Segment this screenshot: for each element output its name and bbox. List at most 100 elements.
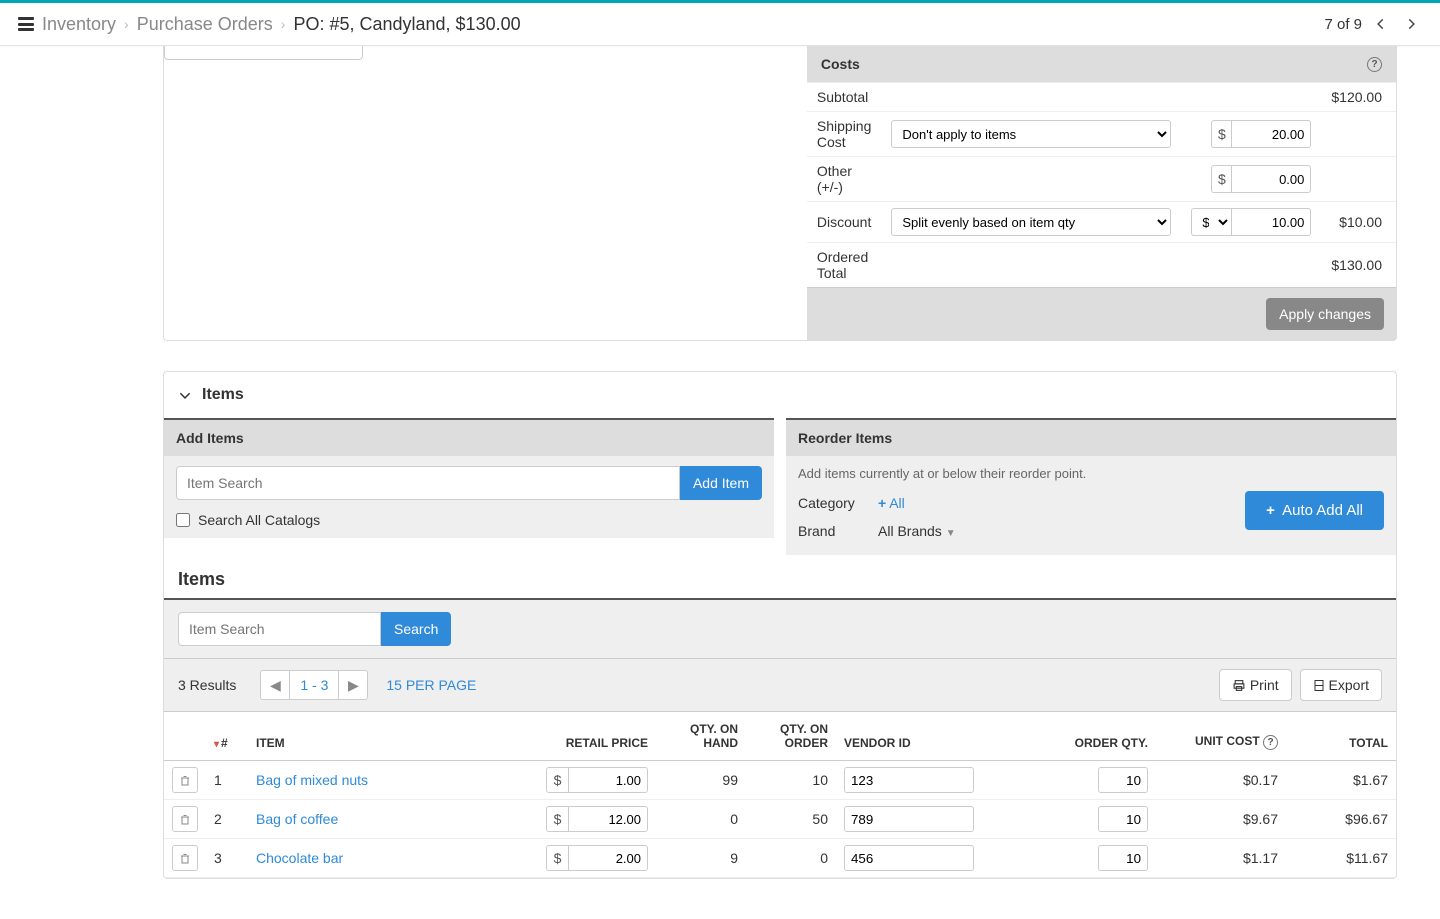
qty-on-hand: 0 xyxy=(656,800,746,839)
items-list-title: Items xyxy=(164,555,1396,598)
costs-panel: Costs ? Subtotal $120.00 Shipping Cost xyxy=(163,46,1397,341)
menu-icon[interactable] xyxy=(18,17,34,31)
discount-computed: $10.00 xyxy=(1321,202,1396,243)
row-number: 3 xyxy=(206,839,248,878)
row-number: 1 xyxy=(206,761,248,800)
unit-cost: $1.17 xyxy=(1156,839,1286,878)
retail-price-input[interactable] xyxy=(568,845,648,871)
items-section-title: Items xyxy=(202,386,244,404)
delete-row-button[interactable] xyxy=(172,806,198,832)
chevron-right-icon: › xyxy=(124,16,129,32)
qty-on-order: 0 xyxy=(746,839,836,878)
table-row: 1 Bag of mixed nuts $ 99 10 $0.17 $1.67 xyxy=(164,761,1396,800)
item-link[interactable]: Chocolate bar xyxy=(256,850,343,866)
chevron-down-icon: ▼ xyxy=(946,528,956,539)
order-qty-input[interactable] xyxy=(1098,767,1148,793)
items-meta-bar: 3 Results ◀ 1 - 3 ▶ 15 PER PAGE Print Ex… xyxy=(164,659,1396,712)
vendor-id-input[interactable] xyxy=(844,806,974,832)
reorder-hint: Add items currently at or below their re… xyxy=(798,466,1384,489)
help-icon[interactable]: ? xyxy=(1263,735,1278,750)
delete-row-button[interactable] xyxy=(172,767,198,793)
delete-row-button[interactable] xyxy=(172,845,198,871)
items-panel: Items Add Items Add Item Search All Cata… xyxy=(163,371,1397,879)
col-item[interactable]: ITEM xyxy=(248,712,538,761)
items-table: ▾# ITEM RETAIL PRICE QTY. ON HAND QTY. O… xyxy=(164,712,1396,878)
sort-indicator-icon[interactable]: ▾ xyxy=(214,739,219,750)
add-items-search-input[interactable] xyxy=(176,466,680,500)
search-all-catalogs-checkbox[interactable] xyxy=(176,513,190,527)
currency-symbol: $ xyxy=(546,806,568,832)
currency-symbol: $ xyxy=(1211,165,1231,193)
row-number: 2 xyxy=(206,800,248,839)
brand-value: All Brands xyxy=(878,523,942,539)
add-items-column: Add Items Add Item Search All Catalogs xyxy=(164,418,774,555)
items-pager: ◀ 1 - 3 ▶ xyxy=(260,670,368,700)
print-button[interactable]: Print xyxy=(1219,669,1292,701)
qty-on-order: 10 xyxy=(746,761,836,800)
page-prev-button[interactable]: ◀ xyxy=(261,671,289,699)
help-icon[interactable]: ? xyxy=(1367,57,1382,72)
shipping-method-select[interactable]: Don't apply to items xyxy=(891,120,1171,148)
discount-amount-input[interactable] xyxy=(1231,208,1311,236)
page-next-button[interactable]: ▶ xyxy=(339,671,367,699)
col-on-order[interactable]: QTY. ON ORDER xyxy=(746,712,836,761)
row-total: $96.67 xyxy=(1286,800,1396,839)
order-qty-input[interactable] xyxy=(1098,845,1148,871)
discount-type-select[interactable]: $ xyxy=(1191,208,1231,236)
vendor-id-input[interactable] xyxy=(844,845,974,871)
other-amount-input[interactable] xyxy=(1231,165,1311,193)
costs-header: Costs ? xyxy=(807,46,1396,82)
vendor-id-input[interactable] xyxy=(844,767,974,793)
row-total: $1.67 xyxy=(1286,761,1396,800)
search-all-catalogs-label: Search All Catalogs xyxy=(198,512,320,528)
category-label: Category xyxy=(798,495,878,511)
trash-icon xyxy=(179,774,191,787)
export-icon xyxy=(1313,679,1325,692)
unit-cost: $9.67 xyxy=(1156,800,1286,839)
breadcrumb-purchase-orders[interactable]: Purchase Orders xyxy=(137,14,273,35)
order-qty-input[interactable] xyxy=(1098,806,1148,832)
retail-price-input[interactable] xyxy=(568,767,648,793)
brand-label: Brand xyxy=(798,523,878,539)
costs-title: Costs xyxy=(821,56,860,72)
items-section-toggle[interactable]: Items xyxy=(164,372,1396,418)
item-link[interactable]: Bag of mixed nuts xyxy=(256,772,368,788)
per-page-link[interactable]: 15 PER PAGE xyxy=(386,677,476,693)
chevron-down-icon xyxy=(178,388,192,402)
item-link[interactable]: Bag of coffee xyxy=(256,811,338,827)
col-vendor-id[interactable]: VENDOR ID xyxy=(836,712,996,761)
trash-icon xyxy=(179,852,191,865)
retail-price-input[interactable] xyxy=(568,806,648,832)
prev-button[interactable] xyxy=(1370,13,1392,35)
chevron-right-icon: › xyxy=(281,16,286,32)
row-total: $11.67 xyxy=(1286,839,1396,878)
topbar: Inventory › Purchase Orders › PO: #5, Ca… xyxy=(0,3,1440,46)
breadcrumb-current: PO: #5, Candyland, $130.00 xyxy=(293,14,520,35)
pager-position: 7 of 9 xyxy=(1324,16,1362,33)
apply-changes-button[interactable]: Apply changes xyxy=(1266,298,1384,330)
printer-icon xyxy=(1232,679,1246,692)
col-unit-cost[interactable]: UNIT COST ? xyxy=(1156,712,1286,761)
col-order-qty[interactable]: ORDER QTY. xyxy=(996,712,1156,761)
notes-textarea-resize[interactable] xyxy=(164,46,363,60)
category-all-link[interactable]: +All xyxy=(878,495,905,511)
discount-method-select[interactable]: Split evenly based on item qty xyxy=(891,208,1171,236)
col-retail[interactable]: RETAIL PRICE xyxy=(538,712,656,761)
items-search-input[interactable] xyxy=(178,612,381,646)
auto-add-all-button[interactable]: + Auto Add All xyxy=(1245,491,1384,530)
items-search-button[interactable]: Search xyxy=(381,612,451,646)
table-row: 3 Chocolate bar $ 9 0 $1.17 $11.67 xyxy=(164,839,1396,878)
brand-select[interactable]: All Brands ▼ xyxy=(878,523,1233,539)
add-item-button[interactable]: Add Item xyxy=(680,466,762,500)
total-value: $130.00 xyxy=(1321,243,1396,288)
shipping-amount-input[interactable] xyxy=(1231,120,1311,148)
unit-cost: $0.17 xyxy=(1156,761,1286,800)
total-label: Ordered Total xyxy=(807,243,882,288)
page-range[interactable]: 1 - 3 xyxy=(289,671,339,699)
export-button[interactable]: Export xyxy=(1300,669,1382,701)
breadcrumb-inventory[interactable]: Inventory xyxy=(42,14,116,35)
next-button[interactable] xyxy=(1400,13,1422,35)
col-on-hand[interactable]: QTY. ON HAND xyxy=(656,712,746,761)
col-total[interactable]: TOTAL xyxy=(1286,712,1396,761)
qty-on-order: 50 xyxy=(746,800,836,839)
